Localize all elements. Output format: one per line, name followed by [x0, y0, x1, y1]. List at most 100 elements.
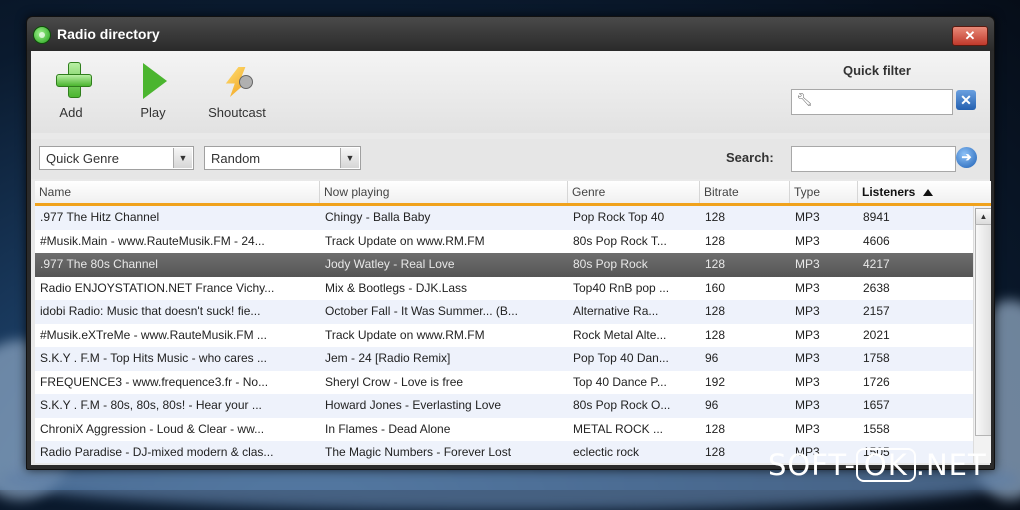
cell-bitrate: 192	[705, 374, 726, 389]
cell-bitrate: 128	[705, 327, 726, 342]
column-header-type[interactable]: Type	[790, 181, 858, 203]
table-row[interactable]: .977 The 80s Channel Jody Watley - Real L…	[35, 253, 973, 277]
genre-dropdown-value: Quick Genre	[46, 151, 119, 166]
cell-name: Radio ENJOYSTATION.NET France Vichy...	[40, 280, 275, 295]
sort-dropdown-value: Random	[211, 151, 261, 166]
cell-type: MP3	[795, 351, 820, 365]
cell-now-playing: Howard Jones - Everlasting Love	[325, 398, 502, 412]
cell-name: .977 The Hitz Channel	[40, 210, 160, 224]
chevron-down-icon[interactable]: ▼	[173, 148, 192, 168]
scrollbar-thumb[interactable]	[975, 224, 991, 436]
search-go-button[interactable]: ➔	[956, 147, 977, 168]
play-button[interactable]: Play	[113, 57, 193, 123]
toolbar: Add Play Shoutcast Quick filter 🔧︎ ✕	[31, 51, 990, 133]
genre-dropdown[interactable]: Quick Genre ▼	[39, 146, 194, 170]
table-row[interactable]: S.K.Y . F.M - Top Hits Music - who cares…	[35, 347, 973, 371]
cell-name: idobi Radio: Music that doesn't suck! fi…	[40, 304, 261, 318]
wrench-icon: 🔧︎	[796, 92, 813, 107]
quick-filter-input[interactable]: 🔧︎	[791, 89, 953, 115]
cell-bitrate: 96	[705, 398, 719, 412]
play-icon	[143, 63, 167, 99]
column-header-bitrate[interactable]: Bitrate	[700, 181, 790, 203]
cell-now-playing: Jody Watley - Real Love	[325, 257, 455, 271]
sort-dropdown[interactable]: Random ▼	[204, 146, 361, 170]
cell-now-playing: Track Update on www.RM.FM	[325, 327, 485, 342]
filter-bar: Quick Genre ▼ Random ▼ Search: ➔	[31, 139, 990, 179]
table-row[interactable]: #Musik.Main - www.RauteMusik.FM - 24... T…	[35, 230, 973, 254]
cell-bitrate: 128	[705, 304, 726, 318]
watermark: SOFT- OK .NET	[768, 448, 987, 482]
window-client: Add Play Shoutcast Quick filter 🔧︎ ✕ Qui…	[31, 51, 991, 465]
cell-type: MP3	[795, 421, 820, 436]
cell-bitrate: 160	[705, 280, 726, 295]
cell-listeners: 1657	[863, 398, 890, 412]
cell-genre: 80s Pop Rock T...	[573, 233, 667, 248]
table-row[interactable]: #Musik.eXTreMe - www.RauteMusik.FM ... Tr…	[35, 324, 973, 348]
plus-icon	[56, 62, 92, 98]
cell-type: MP3	[795, 304, 820, 318]
cell-now-playing: The Magic Numbers - Forever Lost	[325, 445, 512, 459]
cell-listeners: 2157	[863, 304, 890, 318]
shoutcast-icon	[219, 61, 255, 101]
station-list[interactable]: Name Now playing Genre Bitrate Type List…	[35, 181, 991, 463]
watermark-ok: OK	[855, 448, 916, 482]
column-header-listeners[interactable]: Listeners	[858, 181, 991, 203]
cell-name: #Musik.Main - www.RauteMusik.FM - 24...	[40, 233, 265, 248]
add-button[interactable]: Add	[31, 57, 111, 123]
watermark-right: .NET	[915, 448, 987, 482]
cell-genre: eclectic rock	[573, 445, 640, 459]
column-header-now-playing[interactable]: Now playing	[320, 181, 568, 203]
cell-now-playing: Track Update on www.RM.FM	[325, 233, 485, 248]
app-icon	[33, 26, 51, 44]
cell-listeners: 4606	[863, 233, 890, 248]
sort-ascending-icon	[923, 189, 934, 197]
cell-listeners: 4217	[863, 257, 890, 271]
cell-bitrate: 128	[705, 233, 726, 248]
cell-genre: Top 40 Dance P...	[573, 374, 667, 389]
cell-type: MP3	[795, 327, 820, 342]
cell-listeners: 2638	[863, 280, 890, 295]
cell-genre: Top40 RnB pop ...	[573, 280, 670, 295]
cell-listeners: 8941	[863, 210, 890, 224]
cell-bitrate: 128	[705, 210, 726, 224]
cell-bitrate: 128	[705, 257, 726, 271]
quick-filter-clear-button[interactable]: ✕	[956, 90, 976, 110]
cell-name: .977 The 80s Channel	[40, 257, 158, 271]
cell-type: MP3	[795, 210, 820, 224]
cell-now-playing: Sheryl Crow - Love is free	[325, 374, 464, 389]
title-bar[interactable]: Radio directory ✕	[27, 17, 994, 51]
search-input[interactable]	[791, 146, 956, 172]
cell-now-playing: In Flames - Dead Alone	[325, 421, 451, 436]
chevron-down-icon[interactable]: ▼	[340, 148, 359, 168]
table-row[interactable]: .977 The Hitz Channel Chingy - Balla Baby…	[35, 206, 973, 230]
watermark-left: SOFT-	[768, 448, 856, 482]
shoutcast-button[interactable]: Shoutcast	[197, 57, 277, 123]
table-row[interactable]: Radio ENJOYSTATION.NET France Vichy... Mi…	[35, 277, 973, 301]
table-row[interactable]: ChroniX Aggression - Loud & Clear - ww..…	[35, 418, 973, 442]
column-header-listeners-label: Listeners	[862, 185, 916, 199]
cell-listeners: 1758	[863, 351, 890, 365]
table-row[interactable]: idobi Radio: Music that doesn't suck! fi…	[35, 300, 973, 324]
cell-genre: 80s Pop Rock O...	[573, 398, 671, 412]
column-header-genre[interactable]: Genre	[568, 181, 700, 203]
scroll-up-button[interactable]: ▲	[975, 208, 991, 225]
cell-listeners: 2021	[863, 327, 890, 342]
cell-bitrate: 128	[705, 421, 726, 436]
window-title: Radio directory	[57, 26, 160, 42]
cell-genre: Pop Rock Top 40	[573, 210, 665, 224]
add-label: Add	[59, 105, 83, 120]
shoutcast-label: Shoutcast	[208, 105, 266, 120]
cell-name: #Musik.eXTreMe - www.RauteMusik.FM ...	[40, 327, 267, 342]
cell-genre: Rock Metal Alte...	[573, 327, 667, 342]
cell-genre: 80s Pop Rock	[573, 257, 648, 271]
cell-name: S.K.Y . F.M - Top Hits Music - who cares…	[40, 351, 267, 365]
cell-now-playing: October Fall - It Was Summer... (B...	[325, 304, 518, 318]
column-header-name[interactable]: Name	[35, 181, 320, 203]
vertical-scrollbar[interactable]: ▲	[973, 206, 991, 463]
cell-genre: METAL ROCK ...	[573, 421, 664, 436]
radio-directory-window: Radio directory ✕ Add Play Shoutcast Qui…	[26, 16, 995, 470]
table-row[interactable]: FREQUENCE3 - www.frequence3.fr - No... Sh…	[35, 371, 973, 395]
quick-filter-label: Quick filter	[843, 63, 911, 78]
table-row[interactable]: S.K.Y . F.M - 80s, 80s, 80s! - Hear your…	[35, 394, 973, 418]
close-button[interactable]: ✕	[952, 26, 988, 46]
